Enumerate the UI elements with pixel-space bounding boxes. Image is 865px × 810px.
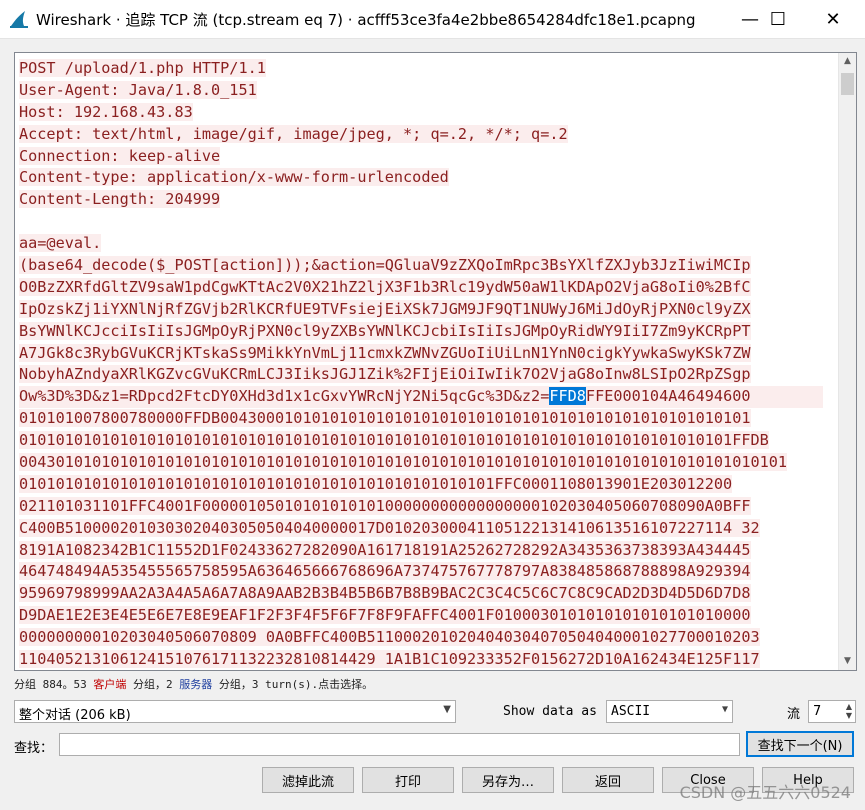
- chevron-down-icon: ▼: [443, 704, 451, 715]
- watermark: CSDN @五五六六0524: [679, 783, 851, 802]
- spin-up-icon[interactable]: ▲: [846, 702, 852, 711]
- stream-line[interactable]: NobyhAZndyaXRlKGZvcGVuKCRmLCJ3IiksJGJ1Zi…: [19, 365, 751, 384]
- stream-line[interactable]: User-Agent: Java/1.8.0_151: [19, 80, 257, 99]
- stream-line[interactable]: 8191A1082342B1C11552D1F02433627282090A16…: [19, 540, 751, 559]
- close-window-button[interactable]: ✕: [810, 0, 856, 38]
- print-button[interactable]: 打印: [362, 767, 454, 793]
- stream-line[interactable]: Host: 192.168.43.83: [19, 102, 193, 121]
- stream-line[interactable]: C400B5100002010303020403050504040000017D…: [19, 518, 760, 537]
- stream-line-prefix[interactable]: Ow%3D%3D&z1=RDpcd2FtcDY0XHd3d1x1cGxvYWRc…: [19, 387, 549, 405]
- stream-text-area[interactable]: POST /upload/1.php HTTP/1.1 User-Agent: …: [14, 52, 857, 671]
- scroll-up-arrow-icon[interactable]: ▲: [839, 53, 856, 70]
- find-next-button[interactable]: 查找下一个(N): [746, 731, 854, 757]
- vertical-scrollbar[interactable]: ▲ ▼: [838, 53, 856, 670]
- stream-line[interactable]: 110405213106124151076171132232810814429 …: [19, 650, 760, 669]
- show-data-as-select[interactable]: ASCII ▼: [606, 700, 733, 723]
- stream-line[interactable]: D9DAE1E2E3E4E5E6E7E8E9EAF1F2F3F4F5F6F7F8…: [19, 606, 751, 625]
- stream-line[interactable]: 95969798999AA2A3A4A5A6A7A8A9AAB2B3B4B5B6…: [19, 584, 751, 603]
- conversation-select[interactable]: 整个对话 (206 kB) ▼: [14, 700, 456, 723]
- stream-line[interactable]: (base64_decode($_POST[action]));&action=…: [19, 256, 751, 275]
- show-data-as-value: ASCII: [611, 704, 651, 719]
- title-bar: Wireshark · 追踪 TCP 流 (tcp.stream eq 7) ·…: [0, 0, 865, 39]
- stream-line[interactable]: A7JGk8c3RybGVuKCRjKTskaSs9MikkYnVmLj11cm…: [19, 343, 751, 362]
- stream-line[interactable]: 00000000010203040506070809 0A0BFFC400B51…: [19, 628, 760, 647]
- stream-line[interactable]: POST /upload/1.php HTTP/1.1: [19, 59, 266, 77]
- selected-text[interactable]: FFD8: [549, 387, 586, 406]
- stream-line[interactable]: Connection: keep-alive: [19, 146, 221, 165]
- find-label: 查找：: [14, 741, 54, 756]
- stream-line[interactable]: aa=@eval.: [19, 234, 102, 253]
- packet-summary: 分组 884。53 客户端 分组，2 服务器 分组，3 turn(s).点击选择…: [14, 676, 373, 692]
- stream-line[interactable]: 0101010101010101010101010101010101010101…: [19, 474, 733, 493]
- stream-line[interactable]: Content-Length: 204999: [19, 190, 221, 209]
- stream-line[interactable]: 010101007800780000FFDB004300010101010101…: [19, 409, 751, 428]
- stream-line[interactable]: Accept: text/html, image/gif, image/jpeg…: [19, 124, 568, 143]
- back-button[interactable]: 返回: [562, 767, 654, 793]
- stream-line[interactable]: 021101031101FFC4001F00000105010101010101…: [19, 496, 751, 515]
- stream-line[interactable]: 0101010101010101010101010101010101010101…: [19, 431, 769, 450]
- find-input[interactable]: [59, 733, 740, 756]
- scroll-down-arrow-icon[interactable]: ▼: [839, 653, 856, 670]
- stream-number-spinbox[interactable]: 7 ▲ ▼: [808, 700, 856, 723]
- spin-down-icon[interactable]: ▼: [846, 711, 852, 720]
- stream-line[interactable]: IpOzskZj1iYXNlNjRfZGVjb2RlKCRfUE9TVFsiej…: [19, 299, 751, 318]
- stream-line[interactable]: 464748494A535455565758595A63646566676869…: [19, 562, 751, 581]
- stream-line-selection[interactable]: Ow%3D%3D&z1=RDpcd2FtcDY0XHd3d1x1cGxvYWRc…: [19, 386, 823, 409]
- stream-number-label: 流: [787, 707, 801, 722]
- summary-prefix: 分组 884。53: [14, 678, 94, 691]
- summary-middle: 分组，2: [126, 678, 180, 691]
- save-as-button[interactable]: 另存为…: [462, 767, 554, 793]
- maximize-button[interactable]: ☐: [755, 0, 801, 38]
- stream-number-value: 7: [813, 704, 822, 719]
- show-data-as-label: Show data as: [503, 704, 597, 719]
- stream-line[interactable]: 0043010101010101010101010101010101010101…: [19, 453, 788, 472]
- stream-line[interactable]: Content-type: application/x-www-form-url…: [19, 168, 449, 187]
- filter-out-stream-button[interactable]: 滤掉此流: [262, 767, 354, 793]
- stream-line[interactable]: O0BzZXRfdGltZV9saW1pdCgwKTtAc2V0X21hZ2lj…: [19, 277, 751, 296]
- client-label: 客户端: [93, 678, 127, 691]
- scrollbar-thumb[interactable]: [841, 73, 854, 95]
- chevron-down-icon: ▼: [721, 704, 728, 715]
- stream-line-suffix[interactable]: FFE000104A46494600: [586, 387, 751, 405]
- stream-content[interactable]: POST /upload/1.php HTTP/1.1 User-Agent: …: [19, 58, 823, 670]
- window-title: Wireshark · 追踪 TCP 流 (tcp.stream eq 7) ·…: [36, 11, 696, 29]
- summary-suffix: 分组，3 turn(s).点击选择。: [212, 678, 374, 691]
- wireshark-fin-icon: [10, 11, 28, 28]
- conversation-value: 整个对话 (206 kB): [19, 708, 131, 723]
- stream-line[interactable]: BsYWNlKCJcciIsIiIsJGMpOyRjPXN0cl9yZXBsYW…: [19, 321, 751, 340]
- server-label: 服务器: [179, 678, 213, 691]
